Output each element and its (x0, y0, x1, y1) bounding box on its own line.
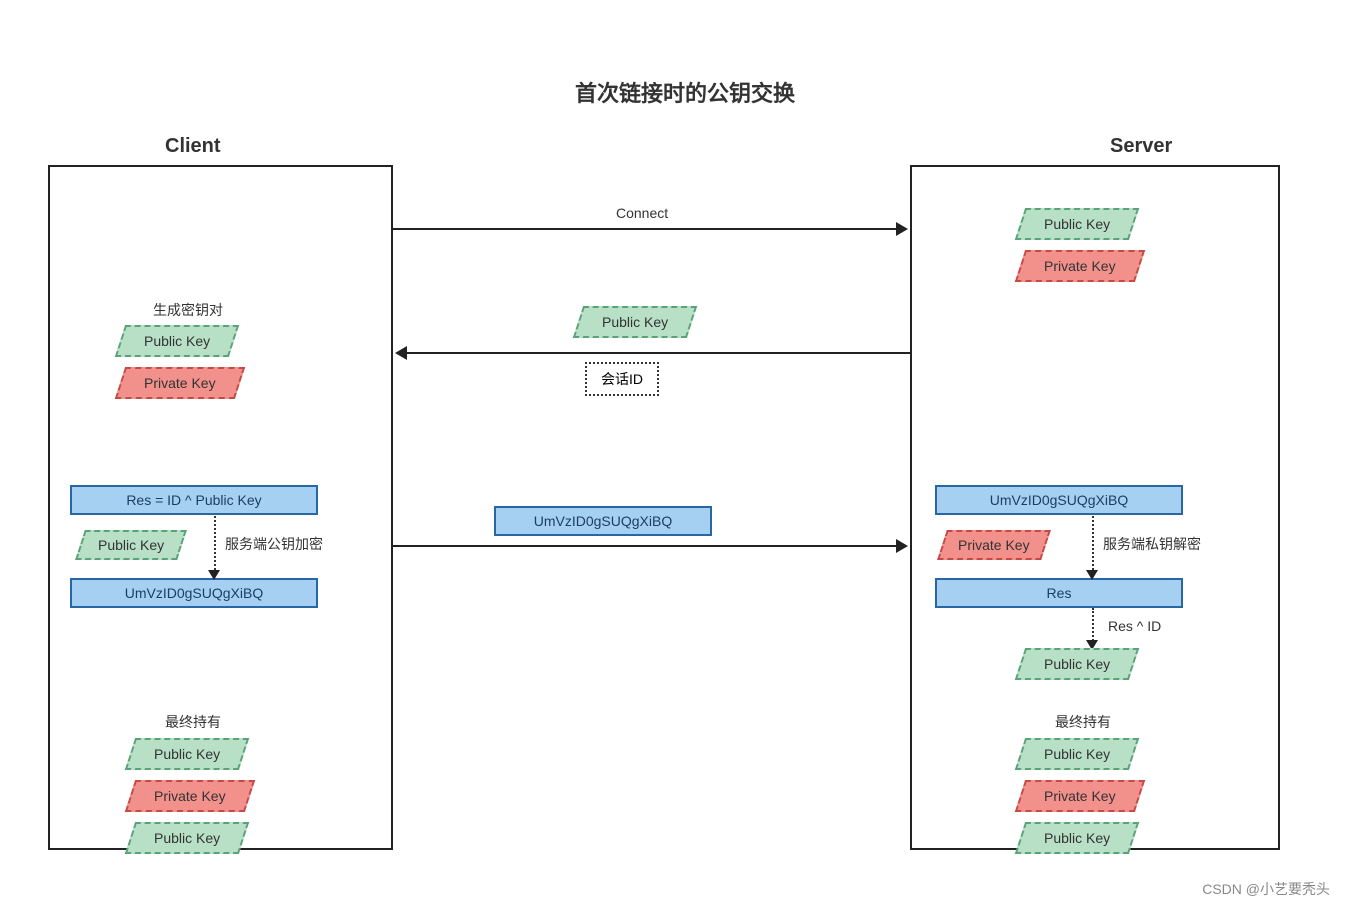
send-arrow-head (896, 539, 908, 553)
server-decrypt-private-key: Private Key (937, 530, 1050, 560)
server-encoded-box: UmVzID0gSUQgXiBQ (935, 485, 1183, 515)
server-res-box: Res (935, 578, 1183, 608)
send-arrow-line (393, 545, 898, 547)
mid-encoded-box: UmVzID0gSUQgXiBQ (494, 506, 712, 536)
client-res-formula: Res = ID ^ Public Key (70, 485, 318, 515)
server-dotted-arrow2-line (1092, 608, 1094, 644)
client-header: Client (165, 135, 221, 158)
srv-pub-encrypt-label: 服务端公钥加密 (225, 534, 323, 554)
diagram-title: 首次链接时的公钥交换 (0, 76, 1370, 108)
client-final-public-key-2: Public Key (125, 822, 250, 854)
return-arrow-head (395, 346, 407, 360)
server-final-public-key-1: Public Key (1015, 738, 1140, 770)
server-private-key-initial: Private Key (1015, 250, 1145, 282)
gen-keypair-label: 生成密钥对 (153, 300, 223, 320)
server-dotted-arrow1-line (1092, 516, 1094, 574)
server-final-private-key: Private Key (1015, 780, 1145, 812)
client-encrypt-public-key: Public Key (75, 530, 187, 560)
client-public-key-gen: Public Key (115, 325, 240, 357)
client-final-private-key: Private Key (125, 780, 255, 812)
server-final-public-key-2: Public Key (1015, 822, 1140, 854)
mid-public-key: Public Key (573, 306, 698, 338)
connect-label: Connect (616, 205, 668, 221)
srv-priv-decrypt-label: 服务端私钥解密 (1103, 534, 1201, 554)
client-encoded-box: UmVzID0gSUQgXiBQ (70, 578, 318, 608)
client-final-holds-label: 最终持有 (165, 712, 221, 732)
client-dotted-arrow-line (214, 516, 216, 574)
res-xor-id-label: Res ^ ID (1108, 618, 1161, 634)
client-private-key-gen: Private Key (115, 367, 245, 399)
server-header: Server (1110, 135, 1172, 158)
connect-arrow-line (393, 228, 898, 230)
server-final-holds-label: 最终持有 (1055, 712, 1111, 732)
server-dotted-arrow1-head (1086, 570, 1098, 580)
client-dotted-arrow-head (208, 570, 220, 580)
return-arrow-line (405, 352, 910, 354)
server-public-key-initial: Public Key (1015, 208, 1140, 240)
server-derived-public-key: Public Key (1015, 648, 1140, 680)
watermark: CSDN @小艺要秃头 (1202, 879, 1330, 899)
client-final-public-key-1: Public Key (125, 738, 250, 770)
connect-arrow-head (896, 222, 908, 236)
session-id-box: 会话ID (585, 362, 659, 396)
